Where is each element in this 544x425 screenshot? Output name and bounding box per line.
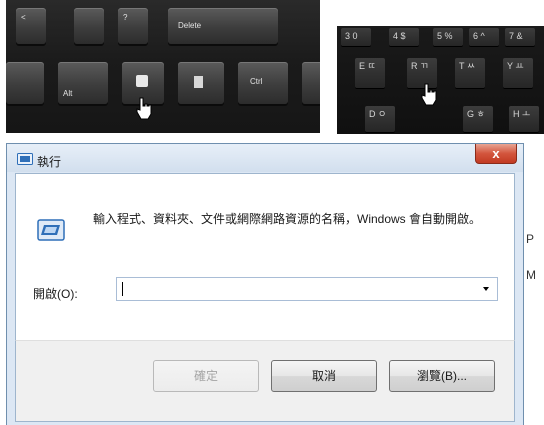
keyboard-key: G ㅎ [463,106,493,132]
run-icon [37,219,65,241]
ok-button[interactable]: 確定 [153,360,259,392]
background-text-fragment: M [526,268,536,282]
keyboard-key: 4 $ [389,28,419,46]
keyboard-key [302,62,320,104]
text-caret [122,282,123,296]
key-label: G ㅎ [467,109,485,119]
keyboard-key: 7 & [505,28,535,46]
keyboard-key: 5 % [433,28,463,46]
dialog-description: 輸入程式、資料夾、文件或網際網路資源的名稱，Windows 會自動開啟。 [93,212,482,226]
key-label: Ctrl [250,77,263,86]
run-dialog: 執行 x 輸入程式、資料夾、文件或網際網路資源的名稱，Windows 會自動開啟… [6,143,524,425]
key-label: Alt [63,89,73,98]
title-bar[interactable]: 執行 x [7,144,523,172]
chevron-down-icon [483,287,489,291]
keyboard-key: 6 ^ [469,28,499,46]
keyboard-key [6,62,44,104]
dialog-content: 輸入程式、資料夾、文件或網際網路資源的名稱，Windows 會自動開啟。 開啟(… [15,173,515,340]
run-app-icon [17,153,33,165]
key-label: Delete [178,21,202,30]
keyboard-key-slash: ? [118,8,148,44]
key-label: 3 0 [345,31,358,41]
window-title: 執行 [37,155,62,169]
keyboard-photo-left: < ? Delete Alt Ctrl [6,0,320,133]
keyboard-key: D ㅇ [365,106,395,132]
key-label: 7 & [509,31,523,41]
open-input[interactable] [117,278,472,300]
dialog-footer: 確定 取消 瀏覽(B)... [15,340,515,422]
key-label: < [21,13,26,22]
key-label: H ㅗ [513,109,531,119]
keyboard-key: T ㅆ [455,58,485,88]
key-label: T ㅆ [459,61,476,71]
keyboard-key-comma: < [16,8,46,44]
key-label: ? [123,13,128,22]
keyboard-key: Y ㅛ [503,58,533,88]
key-label: E ㄸ [359,61,376,71]
keyboard-key: E ㄸ [355,58,385,88]
pointing-hand-icon [136,97,152,120]
key-label: 5 % [437,31,453,41]
close-button[interactable]: x [475,144,517,164]
open-field-label: 開啟(O): [33,287,78,301]
key-label: Y ㅛ [507,61,524,71]
key-label: 4 $ [393,31,406,41]
windows-logo-icon [136,75,148,87]
cancel-button[interactable]: 取消 [271,360,377,392]
menu-icon [194,76,203,88]
keyboard-key-delete: Delete [168,8,278,44]
dropdown-button[interactable] [475,278,497,300]
key-label: D ㅇ [369,109,387,119]
keyboard-key: H ㅗ [509,106,539,132]
keyboard-key: 3 0 [341,28,371,46]
close-icon: x [492,146,500,161]
keyboard-key-ctrl: Ctrl [238,62,288,104]
key-label: R ㄲ [411,61,429,71]
keyboard-key-alt: Alt [58,62,108,104]
browse-button[interactable]: 瀏覽(B)... [389,360,495,392]
background-text-fragment: P [526,232,535,246]
keyboard-key-menu [178,62,224,104]
open-combobox[interactable] [116,277,498,301]
keyboard-key [74,8,104,44]
pointing-hand-icon [421,83,437,106]
key-label: 6 ^ [473,31,485,41]
keyboard-photo-right: 3 0 4 $ 5 % 6 ^ 7 & E ㄸ R ㄲ T ㅆ Y ㅛ D ㅇ … [337,26,544,134]
